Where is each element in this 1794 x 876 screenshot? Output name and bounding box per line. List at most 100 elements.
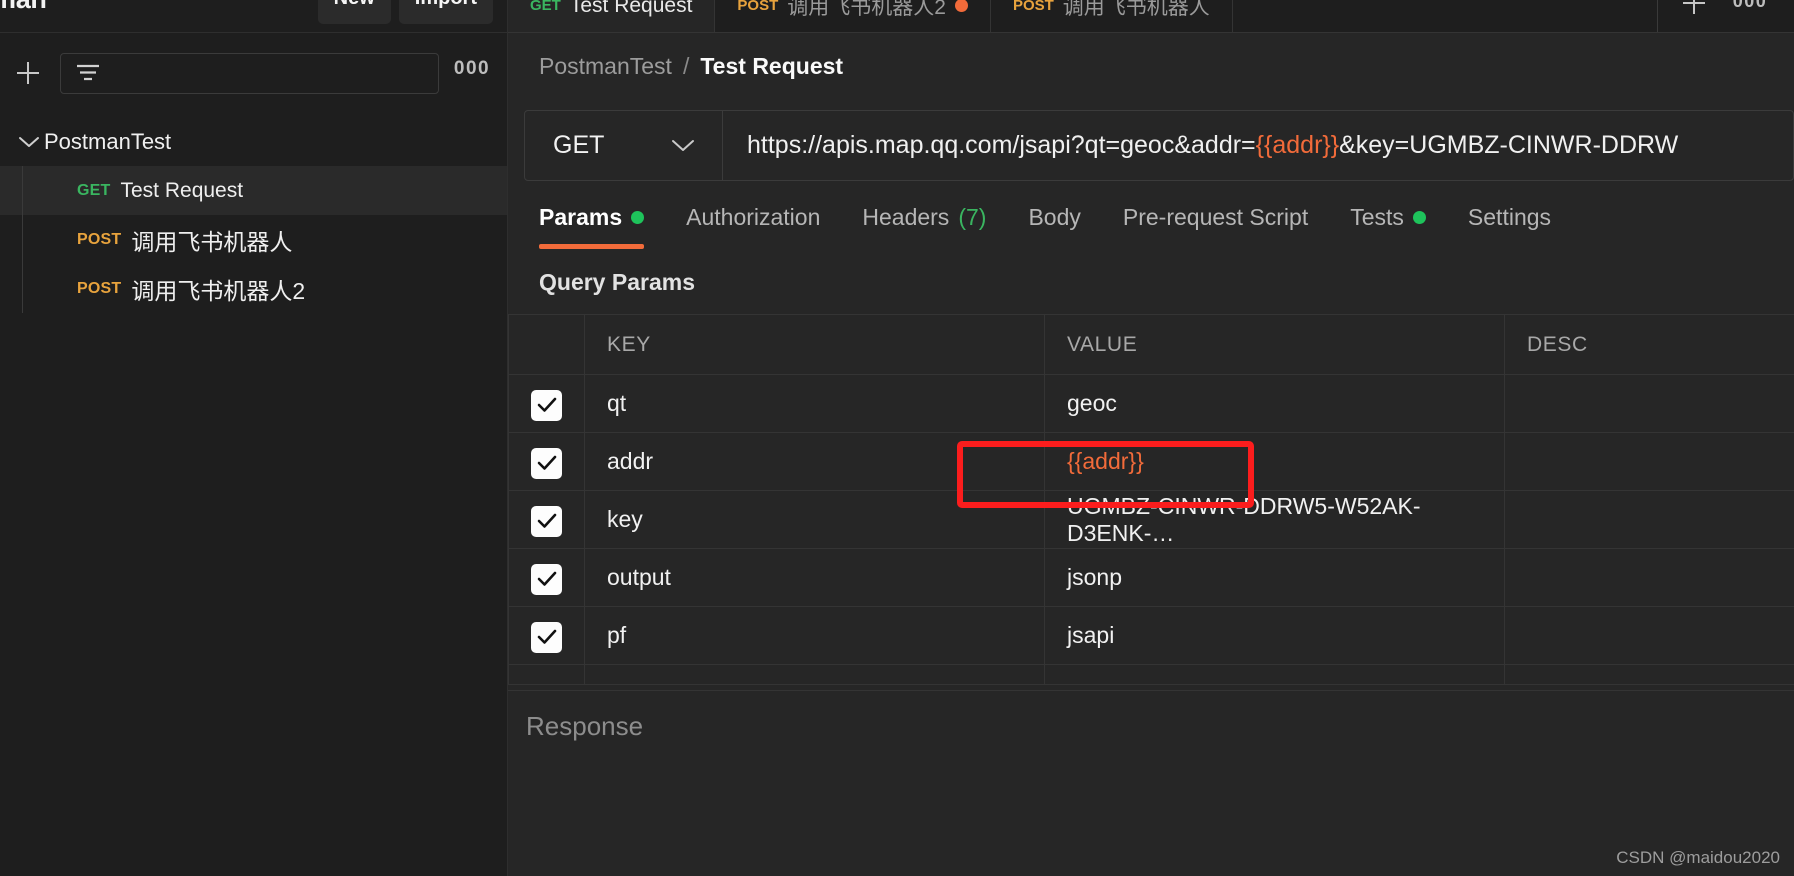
row-description-cell[interactable] xyxy=(1504,432,1794,491)
request-tab-bar: GET Test Request POST 调用飞书机器人2 POST 调用飞书… xyxy=(508,0,1794,33)
checkmark-icon[interactable] xyxy=(531,621,562,653)
row-key-cell[interactable]: addr xyxy=(584,432,1045,491)
open-tab-test-request[interactable]: GET Test Request xyxy=(508,0,716,32)
row-key-cell[interactable]: key xyxy=(584,490,1045,549)
tree-indent-line xyxy=(22,215,23,264)
new-button[interactable]: New xyxy=(317,0,391,24)
sidebar-more-icon[interactable]: 000 xyxy=(453,58,491,84)
open-tab-feishu-bot-2[interactable]: POST 调用飞书机器人2 xyxy=(715,0,991,32)
new-tab-icon[interactable] xyxy=(1666,0,1722,32)
column-header-checkbox xyxy=(508,314,585,375)
row-checkbox-cell[interactable] xyxy=(508,432,585,491)
params-present-indicator-icon xyxy=(631,211,645,224)
checkmark-icon[interactable] xyxy=(531,389,562,421)
tab-options-icon[interactable]: 000 xyxy=(1722,0,1778,26)
tab-label: Settings xyxy=(1467,204,1552,230)
tab-label: Headers xyxy=(862,204,950,230)
request-name: 调用飞书机器人2 xyxy=(131,277,306,304)
tab-label: Body xyxy=(1028,204,1081,230)
collection-row-postmantest[interactable]: PostmanTest xyxy=(0,117,507,166)
checkmark-icon[interactable] xyxy=(531,505,562,537)
http-method-select[interactable]: GET xyxy=(525,110,723,180)
url-prefix: https://apis.map.qq.com/jsapi?qt=geoc&ad… xyxy=(747,130,1256,159)
add-icon[interactable] xyxy=(10,55,46,91)
tab-body[interactable]: Body xyxy=(1028,195,1080,243)
breadcrumb-collection[interactable]: PostmanTest xyxy=(539,53,672,80)
url-variable: {{addr}} xyxy=(1255,130,1340,159)
sidebar-header: man New Import xyxy=(0,0,507,33)
query-params-title: Query Params xyxy=(539,269,695,295)
tab-headers[interactable]: Headers (7) xyxy=(862,195,986,243)
url-suffix: &key=UGMBZ-CINWR-DDRW xyxy=(1339,130,1679,159)
tab-label: Params xyxy=(539,204,623,230)
table-row[interactable]: key UGMBZ-CINWR-DDRW5-W52AK-D3ENK-… xyxy=(508,490,1794,549)
request-name: Test Request xyxy=(120,178,244,202)
row-value-cell[interactable]: jsapi xyxy=(1044,606,1505,665)
url-bar: GET https://apis.map.qq.com/jsapi?qt=geo… xyxy=(524,109,1794,181)
collection-tree: PostmanTest GET Test Request POST 调用飞书机器… xyxy=(0,113,507,313)
breadcrumb-request: Test Request xyxy=(700,52,844,79)
row-description-cell[interactable] xyxy=(1504,548,1794,607)
checkmark-icon[interactable] xyxy=(531,563,562,595)
response-section: Response xyxy=(508,690,1794,876)
tab-tests[interactable]: Tests xyxy=(1350,195,1426,243)
sidebar: man New Import 000 xyxy=(0,0,508,876)
row-key-cell[interactable]: pf xyxy=(584,606,1045,665)
row-key-cell[interactable]: output xyxy=(584,548,1045,607)
row-checkbox-cell[interactable] xyxy=(508,374,585,433)
url-input[interactable]: https://apis.map.qq.com/jsapi?qt=geoc&ad… xyxy=(723,111,1793,180)
table-header-row: KEY VALUE DESC xyxy=(508,314,1794,375)
postman-window: man New Import 000 xyxy=(0,0,1794,876)
breadcrumb: PostmanTest / Test Request xyxy=(508,33,1794,99)
row-description-cell[interactable] xyxy=(1504,490,1794,549)
open-tab-feishu-bot[interactable]: POST 调用飞书机器人 xyxy=(991,0,1233,32)
row-value-cell[interactable] xyxy=(1044,664,1505,685)
row-value-cell[interactable]: jsonp xyxy=(1044,548,1505,607)
row-value-cell[interactable]: {{addr}} xyxy=(1044,432,1505,491)
sidebar-request-feishu-bot-2[interactable]: POST 调用飞书机器人2 xyxy=(0,264,507,313)
table-row[interactable]: pf jsapi xyxy=(508,606,1794,665)
row-key-cell[interactable]: qt xyxy=(584,374,1045,433)
tree-indent-line xyxy=(22,264,23,313)
row-description-cell[interactable] xyxy=(1504,374,1794,433)
table-row-new[interactable] xyxy=(508,664,1794,685)
tab-authorization[interactable]: Authorization xyxy=(686,195,820,243)
row-checkbox-cell[interactable] xyxy=(508,664,585,685)
tab-method-badge: POST xyxy=(1012,0,1054,14)
row-value-cell[interactable]: geoc xyxy=(1044,374,1505,433)
tab-method-badge: POST xyxy=(737,0,779,14)
brand-text: man xyxy=(0,0,47,14)
chevron-down-icon[interactable] xyxy=(670,137,696,153)
tab-params[interactable]: Params xyxy=(539,195,645,249)
request-method-badge: GET xyxy=(77,181,111,199)
tab-label: Pre-request Script xyxy=(1122,204,1309,230)
chevron-down-icon[interactable] xyxy=(14,135,44,149)
search-input[interactable] xyxy=(60,52,439,94)
watermark: CSDN @maidou2020 xyxy=(1616,848,1780,867)
tab-pre-request-script[interactable]: Pre-request Script xyxy=(1123,195,1308,243)
row-description-cell[interactable] xyxy=(1504,664,1794,685)
checkmark-icon[interactable] xyxy=(531,447,562,479)
table-row[interactable]: qt geoc xyxy=(508,374,1794,433)
row-description-cell[interactable] xyxy=(1504,606,1794,665)
request-method-badge: POST xyxy=(77,279,122,297)
row-checkbox-cell[interactable] xyxy=(508,606,585,665)
row-value-cell[interactable]: UGMBZ-CINWR-DDRW5-W52AK-D3ENK-… xyxy=(1044,490,1505,549)
row-checkbox-cell[interactable] xyxy=(508,548,585,607)
unsaved-indicator-icon xyxy=(954,0,968,12)
sidebar-request-feishu-bot[interactable]: POST 调用飞书机器人 xyxy=(0,215,507,264)
tab-settings[interactable]: Settings xyxy=(1468,195,1551,243)
query-params-table-wrap: KEY VALUE DESC qt geoc addr {{addr}} key… xyxy=(508,314,1794,876)
row-key-cell[interactable] xyxy=(584,664,1045,685)
import-button[interactable]: Import xyxy=(398,0,493,24)
tests-present-indicator-icon xyxy=(1412,211,1426,224)
sidebar-top-buttons: New Import xyxy=(317,0,493,24)
main-panel: GET Test Request POST 调用飞书机器人2 POST 调用飞书… xyxy=(508,0,1794,876)
tab-divider xyxy=(1657,0,1658,32)
table-row[interactable]: addr {{addr}} xyxy=(508,432,1794,491)
column-header-value: VALUE xyxy=(1044,314,1505,375)
table-row[interactable]: output jsonp xyxy=(508,548,1794,607)
sidebar-request-test-request[interactable]: GET Test Request xyxy=(0,166,507,215)
row-checkbox-cell[interactable] xyxy=(508,490,585,549)
collection-name: PostmanTest xyxy=(44,128,172,154)
